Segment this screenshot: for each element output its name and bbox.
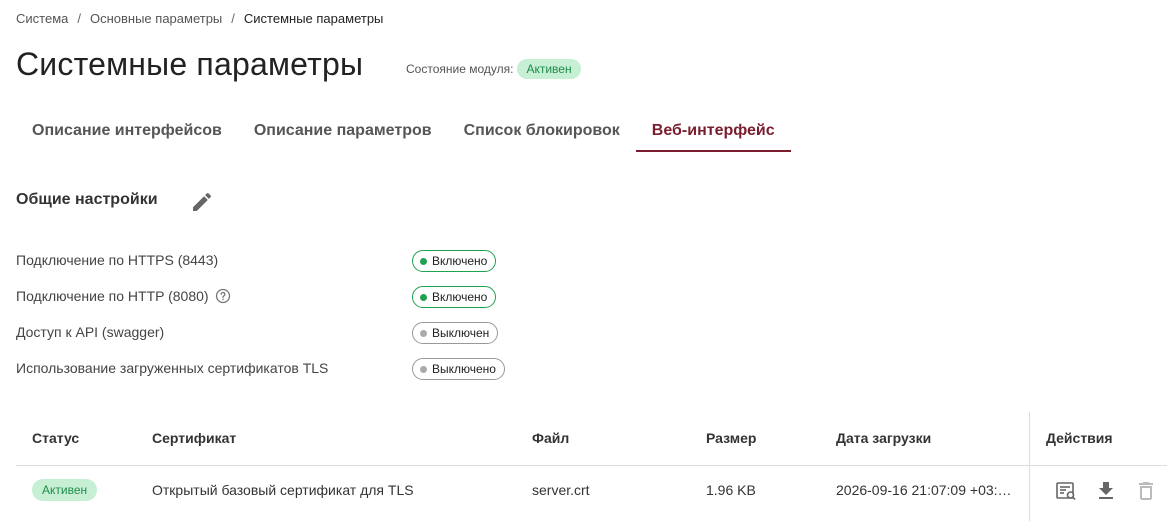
setting-label: Использование загруженных сертификатов T… <box>16 360 328 376</box>
column-header-file[interactable]: Файл <box>532 430 569 446</box>
setting-label: Подключение по HTTPS (8443) <box>16 252 218 268</box>
certificates-table: Статус Сертификат Файл Размер Дата загру… <box>16 412 1167 521</box>
setting-row-api: Доступ к API (swagger) Выключен <box>16 320 536 356</box>
setting-label-text: Доступ к API (swagger) <box>16 324 165 340</box>
tab-interfaces[interactable]: Описание интерфейсов <box>16 112 238 152</box>
breadcrumb-item-system[interactable]: Система <box>16 11 68 26</box>
status-dot-icon <box>420 257 427 265</box>
breadcrumb-separator: / <box>77 11 81 26</box>
status-chip-text: Включено <box>432 254 488 268</box>
setting-label-text: Подключение по HTTP (8080) <box>16 288 209 304</box>
settings-list: Подключение по HTTPS (8443) Включено Под… <box>16 248 536 392</box>
status-dot-icon <box>420 365 427 373</box>
tab-parameters[interactable]: Описание параметров <box>238 112 448 152</box>
breadcrumb-item-current: Системные параметры <box>243 11 384 26</box>
module-state: Состояние модуля: Активен <box>406 59 581 79</box>
setting-label-text: Использование загруженных сертификатов T… <box>16 360 329 376</box>
pencil-icon <box>193 192 212 211</box>
breadcrumb-separator: / <box>231 11 235 26</box>
edit-settings-button[interactable] <box>190 190 214 214</box>
table-header: Статус Сертификат Файл Размер Дата загру… <box>16 412 1167 466</box>
delete-icon[interactable] <box>1134 479 1158 503</box>
column-header-certificate[interactable]: Сертификат <box>152 430 236 446</box>
tab-blocklist[interactable]: Список блокировок <box>448 112 636 152</box>
status-chip-text: Выключено <box>432 362 496 376</box>
status-dot-icon <box>420 293 427 301</box>
setting-row-tls: Использование загруженных сертификатов T… <box>16 356 536 392</box>
status-badge: Активен <box>32 479 98 501</box>
module-state-badge: Активен <box>517 59 581 79</box>
page-title: Системные параметры <box>16 46 364 82</box>
setting-row-https: Подключение по HTTPS (8443) Включено <box>16 248 536 284</box>
tab-web-interface[interactable]: Веб-интерфейс <box>635 112 791 152</box>
cell-file: server.crt <box>532 482 590 498</box>
column-header-size[interactable]: Размер <box>706 430 756 446</box>
table-row: Активен Открытый базовый сертификат для … <box>16 466 1167 518</box>
status-dot-icon <box>420 329 427 337</box>
status-chip: Включено <box>412 250 497 272</box>
setting-label-text: Подключение по HTTPS (8443) <box>16 252 219 268</box>
help-icon[interactable] <box>215 288 231 304</box>
status-chip-text: Включено <box>432 290 488 304</box>
cell-upload-date: 2026-09-16 21:07:09 +03:… <box>836 482 1012 498</box>
section-title: Общие настройки <box>16 191 158 208</box>
setting-label: Подключение по HTTP (8080) <box>16 288 231 304</box>
download-icon[interactable] <box>1094 479 1118 503</box>
status-chip: Выключен <box>412 322 499 344</box>
certificate-view-icon[interactable] <box>1054 479 1078 503</box>
breadcrumb: Система / Основные параметры / Системные… <box>16 11 383 26</box>
breadcrumb-item-main-params[interactable]: Основные параметры <box>90 11 222 26</box>
status-chip: Выключено <box>412 358 505 380</box>
column-header-actions: Действия <box>1046 430 1113 446</box>
status-chip-text: Выключен <box>432 326 490 340</box>
cell-certificate: Открытый базовый сертификат для TLS <box>152 482 414 498</box>
column-header-upload-date[interactable]: Дата загрузки <box>836 430 931 446</box>
setting-row-http: Подключение по HTTP (8080) Включено <box>16 284 536 320</box>
tabs: Описание интерфейсов Описание параметров… <box>16 112 791 152</box>
status-chip: Включено <box>412 286 497 308</box>
column-header-status[interactable]: Статус <box>32 430 79 446</box>
cell-size: 1.96 KB <box>706 482 756 498</box>
module-state-label: Состояние модуля: <box>406 62 514 76</box>
setting-label: Доступ к API (swagger) <box>16 324 164 340</box>
